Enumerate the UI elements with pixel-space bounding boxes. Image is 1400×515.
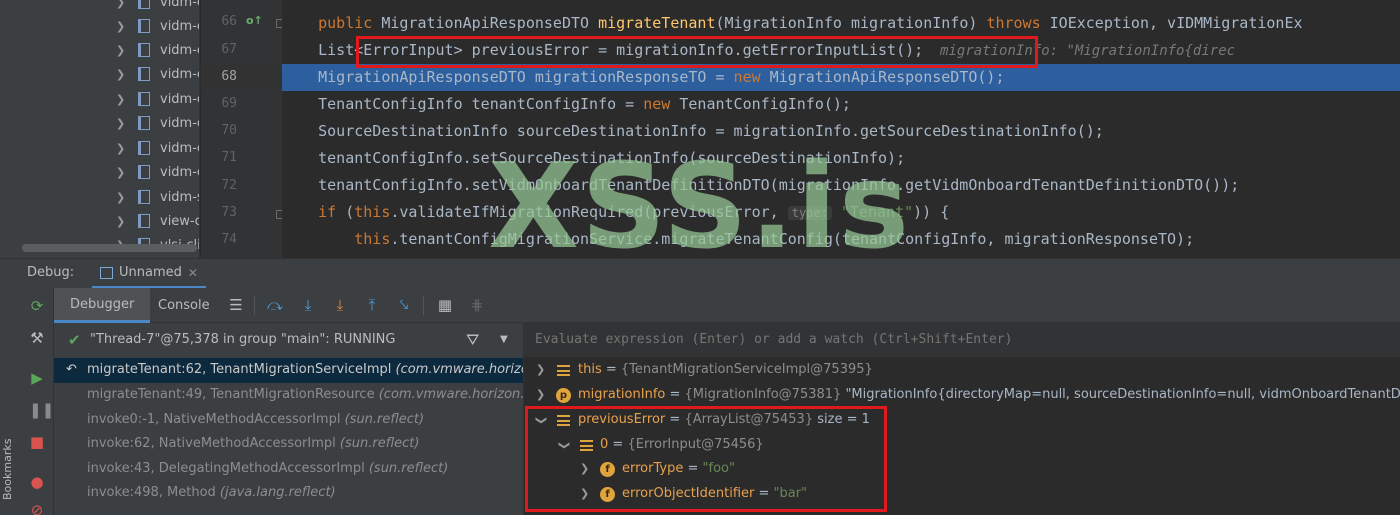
tree-item[interactable]: ❯ view-c: [0, 209, 199, 234]
library-icon: [138, 116, 150, 130]
filter-icon[interactable]: ⛛: [466, 323, 479, 357]
close-icon[interactable]: ✕: [188, 266, 198, 280]
stack-frame[interactable]: invoke0:-1, NativeMethodAccessorImpl (su…: [54, 408, 523, 433]
library-icon: [138, 19, 150, 33]
checkmark-icon: ✔: [68, 331, 81, 349]
chevron-right-icon[interactable]: ❯: [536, 383, 545, 408]
chevron-right-icon[interactable]: ❯: [116, 20, 125, 33]
tab-session-unnamed[interactable]: Unnamed ✕: [92, 259, 206, 289]
line-number: 68: [221, 69, 237, 84]
chevron-right-icon[interactable]: ❯: [116, 68, 125, 81]
evaluate-expression-icon[interactable]: ▦: [436, 296, 454, 314]
chevron-right-icon[interactable]: ❯: [536, 358, 545, 383]
pause-icon[interactable]: ❚❚: [29, 402, 54, 418]
chevron-right-icon[interactable]: ❯: [116, 93, 125, 106]
chevron-right-icon[interactable]: ❯: [116, 191, 125, 204]
settings-wrench-icon[interactable]: ⚒: [29, 330, 45, 346]
stack-frame[interactable]: invoke:62, NativeMethodAccessorImpl (sun…: [54, 432, 523, 457]
line-number: 71: [221, 150, 237, 165]
tree-item[interactable]: ❯ vidm-c: [0, 87, 199, 112]
library-icon: [138, 43, 150, 57]
watermark: XSS.is: [488, 137, 912, 275]
chevron-right-icon[interactable]: ❯: [116, 0, 125, 9]
highlight-box-code: [356, 36, 1038, 68]
variable-row-migrationinfo[interactable]: ❯ p migrationInfo = {MigrationInfo@75381…: [524, 383, 1400, 408]
tab-console[interactable]: Console: [142, 288, 226, 323]
variable-row-this[interactable]: ❯ this = {TenantMigrationServiceImpl@753…: [524, 358, 1400, 383]
code-line[interactable]: TenantConfigInfo tenantConfigInfo = new …: [282, 91, 1400, 118]
tree-item[interactable]: ❯ vidm-c: [0, 136, 199, 161]
tree-horizontal-scrollbar[interactable]: [22, 244, 197, 252]
toolbar-separator: [423, 296, 424, 315]
resume-icon[interactable]: ▶: [29, 370, 45, 386]
library-icon: [138, 92, 150, 106]
line-number: 66: [221, 14, 237, 29]
session-icon: [100, 266, 113, 279]
line-number: 67: [221, 42, 237, 57]
force-step-into-icon[interactable]: ⤓: [331, 296, 349, 314]
tree-item[interactable]: ❯ vidm-c: [0, 0, 199, 15]
stack-frame[interactable]: ↶ migrateTenant:62, TenantMigrationServic…: [54, 358, 523, 383]
evaluate-expression-input[interactable]: [524, 323, 1400, 357]
return-arrow-icon: ↶: [66, 362, 77, 377]
thread-label: "Thread-7"@75,378 in group "main": RUNNI…: [90, 332, 396, 347]
chevron-right-icon[interactable]: ❯: [116, 215, 125, 228]
highlight-box-variables: [525, 406, 887, 512]
rerun-icon[interactable]: ⟳: [29, 298, 45, 314]
toolbar-separator: [254, 296, 255, 315]
line-number: 72: [221, 178, 237, 193]
line-number: 69: [221, 96, 237, 111]
override-gutter-icon[interactable]: o↑: [246, 14, 263, 27]
chevron-right-icon[interactable]: ❯: [116, 117, 125, 130]
project-tree: ❯ vidm-c ❯ vidm-c ❯ vidm-c ❯ vidm-c ❯ vidm-c …: [0, 0, 200, 258]
tab-debugger[interactable]: Debugger: [54, 288, 151, 323]
library-icon: [138, 214, 150, 228]
line-number: 74: [221, 232, 237, 247]
trace-icon[interactable]: ⋕: [468, 296, 486, 314]
view-breakpoints-icon[interactable]: ●: [29, 474, 45, 490]
step-out-icon[interactable]: ⤒: [363, 296, 381, 314]
library-icon: [138, 67, 150, 81]
tree-item[interactable]: ❯ vidm-s: [0, 185, 199, 210]
parameter-icon: p: [556, 388, 571, 403]
line-number: 73: [221, 205, 237, 220]
library-icon: [138, 0, 150, 9]
frames-panel: ✔ "Thread-7"@75,378 in group "main": RUN…: [54, 323, 524, 515]
library-icon: [138, 165, 150, 179]
step-over-icon[interactable]: ⤼: [266, 296, 284, 314]
stack-frame[interactable]: invoke:498, Method (java.lang.reflect): [54, 481, 523, 506]
chevron-right-icon[interactable]: ❯: [116, 142, 125, 155]
debug-title: Debug:: [27, 265, 75, 280]
execution-line[interactable]: MigrationApiResponseDTO migrationRespons…: [282, 64, 1400, 91]
dropdown-icon[interactable]: ▼: [500, 323, 508, 357]
tree-item[interactable]: ❯ vidm-c: [0, 38, 199, 63]
line-number: 70: [221, 123, 237, 138]
debug-action-bar: ⟳ ⚒ ▶ ❚❚ ■ ● ⊘: [20, 288, 54, 515]
library-icon: [138, 190, 150, 204]
list-variable-icon: [557, 365, 570, 376]
bookmarks-tool-button[interactable]: Bookmarks: [1, 420, 19, 500]
step-into-icon[interactable]: ⤓: [299, 296, 317, 314]
code-line[interactable]: public MigrationApiResponseDTO migrateTe…: [282, 10, 1400, 37]
chevron-right-icon[interactable]: ❯: [116, 166, 125, 179]
tree-item[interactable]: ❯ vidm-c: [0, 160, 199, 185]
run-to-cursor-icon[interactable]: ⤥: [395, 296, 413, 314]
thread-selector[interactable]: ✔ "Thread-7"@75,378 in group "main": RUN…: [54, 323, 523, 357]
tree-item[interactable]: ❯ vidm-c: [0, 62, 199, 87]
debug-toolbar: Debugger Console ☰ ⤼ ⤓ ⤓ ⤒ ⤥ ▦ ⋕: [54, 288, 1400, 323]
stop-icon[interactable]: ■: [29, 434, 45, 450]
debug-tool-window-header: Debug: Unnamed ✕: [0, 258, 1400, 289]
frames-list-icon[interactable]: ☰: [227, 296, 245, 314]
tree-item[interactable]: ❯ vidm-c: [0, 111, 199, 136]
chevron-right-icon[interactable]: ❯: [116, 44, 125, 57]
mute-breakpoints-icon[interactable]: ⊘: [29, 502, 45, 515]
stack-frame[interactable]: migrateTenant:49, TenantMigrationResourc…: [54, 383, 523, 408]
library-icon: [138, 141, 150, 155]
tree-item[interactable]: ❯ vidm-c: [0, 14, 199, 39]
stack-frame[interactable]: invoke:43, DelegatingMethodAccessorImpl …: [54, 457, 523, 482]
